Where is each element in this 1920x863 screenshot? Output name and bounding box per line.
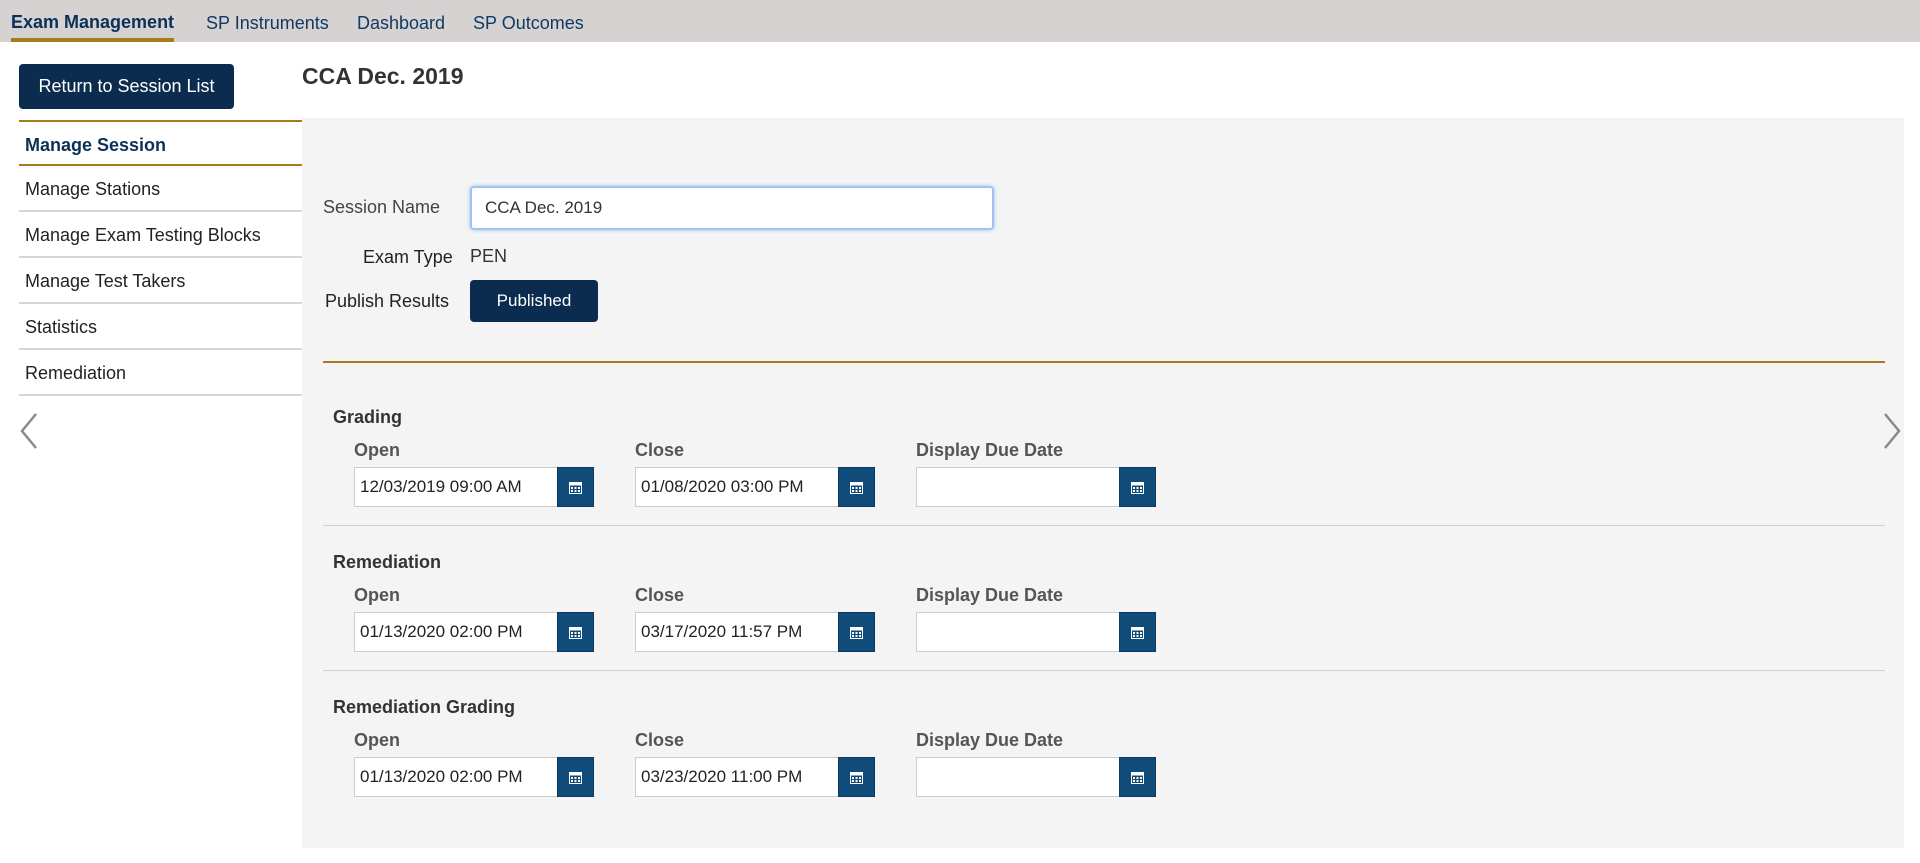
remediation-grading-due-label: Display Due Date <box>916 730 1064 750</box>
page-title: CCA Dec. 2019 <box>302 63 464 89</box>
remediation-grading-close-field <box>635 757 875 797</box>
calendar-icon[interactable] <box>1119 612 1156 652</box>
chevron-left-icon[interactable] <box>14 408 44 454</box>
calendar-icon[interactable] <box>1119 467 1156 507</box>
calendar-icon[interactable] <box>557 612 594 652</box>
grading-close-field <box>635 467 875 507</box>
return-to-session-list-button[interactable]: Return to Session List <box>19 64 234 109</box>
grading-open-input[interactable] <box>354 467 557 507</box>
grading-open-label: Open <box>354 440 401 460</box>
publish-results-label: Publish Results <box>325 291 450 311</box>
tab-sp-instruments[interactable]: SP Instruments <box>206 0 329 42</box>
session-panel: Session Name Exam Type PEN Publish Resul… <box>302 118 1904 848</box>
remediation-grading-close-input[interactable] <box>635 757 838 797</box>
grading-open-field <box>354 467 594 507</box>
sidebar: Manage Session Manage Stations Manage Ex… <box>19 120 303 396</box>
exam-type-label: Exam Type <box>363 247 453 267</box>
grading-due-input[interactable] <box>916 467 1119 507</box>
sidebar-item-manage-test-takers[interactable]: Manage Test Takers <box>19 258 303 304</box>
calendar-icon[interactable] <box>1119 757 1156 797</box>
section-divider <box>323 361 1885 363</box>
sidebar-item-remediation[interactable]: Remediation <box>19 350 303 396</box>
tab-exam-management[interactable]: Exam Management <box>11 0 175 42</box>
remediation-grading-open-input[interactable] <box>354 757 557 797</box>
remediation-due-input[interactable] <box>916 612 1119 652</box>
remediation-close-input[interactable] <box>635 612 838 652</box>
session-name-label: Session Name <box>323 197 441 217</box>
calendar-icon[interactable] <box>838 612 875 652</box>
session-name-input[interactable] <box>470 186 994 230</box>
tab-dashboard[interactable]: Dashboard <box>357 0 445 42</box>
remediation-grading-open-field <box>354 757 594 797</box>
section-divider <box>323 670 1885 671</box>
calendar-icon[interactable] <box>557 757 594 797</box>
calendar-icon[interactable] <box>557 467 594 507</box>
sidebar-item-statistics[interactable]: Statistics <box>19 304 303 350</box>
remediation-due-field <box>916 612 1156 652</box>
remediation-grading-close-label: Close <box>635 730 685 750</box>
remediation-due-label: Display Due Date <box>916 585 1064 605</box>
section-title-remediation-grading: Remediation Grading <box>333 697 516 717</box>
remediation-open-label: Open <box>354 585 401 605</box>
top-navigation: Exam Management SP Instruments Dashboard… <box>0 0 1920 42</box>
remediation-grading-due-input[interactable] <box>916 757 1119 797</box>
grading-close-input[interactable] <box>635 467 838 507</box>
sidebar-item-manage-session[interactable]: Manage Session <box>19 120 303 166</box>
exam-type-value: PEN <box>470 246 508 266</box>
section-title-grading: Grading <box>333 407 403 427</box>
calendar-icon[interactable] <box>838 467 875 507</box>
grading-close-label: Close <box>635 440 685 460</box>
publish-results-button[interactable]: Published <box>470 280 598 322</box>
grading-due-label: Display Due Date <box>916 440 1064 460</box>
remediation-open-field <box>354 612 594 652</box>
tab-sp-outcomes[interactable]: SP Outcomes <box>473 0 584 42</box>
remediation-close-label: Close <box>635 585 685 605</box>
sidebar-item-manage-stations[interactable]: Manage Stations <box>19 166 303 212</box>
section-title-remediation: Remediation <box>333 552 442 572</box>
remediation-close-field <box>635 612 875 652</box>
chevron-right-icon[interactable] <box>1877 408 1907 454</box>
grading-due-field <box>916 467 1156 507</box>
remediation-open-input[interactable] <box>354 612 557 652</box>
sidebar-item-manage-exam-testing-blocks[interactable]: Manage Exam Testing Blocks <box>19 212 303 258</box>
section-divider <box>323 525 1885 526</box>
remediation-grading-due-field <box>916 757 1156 797</box>
remediation-grading-open-label: Open <box>354 730 401 750</box>
calendar-icon[interactable] <box>838 757 875 797</box>
